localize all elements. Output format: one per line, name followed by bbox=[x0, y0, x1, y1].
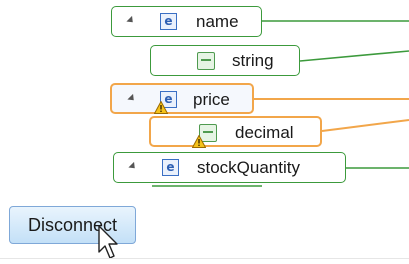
tree-node-label: name bbox=[196, 12, 239, 31]
expand-triangle-icon[interactable] bbox=[128, 161, 138, 172]
expand-triangle-icon[interactable] bbox=[127, 93, 137, 104]
tree-node-name[interactable]: e name bbox=[111, 6, 262, 37]
tree-node-label: decimal bbox=[235, 123, 294, 142]
tree-node-label: stockQuantity bbox=[197, 158, 300, 177]
simple-type-icon bbox=[197, 52, 215, 70]
connector-string bbox=[299, 50, 409, 62]
tree-node-label: string bbox=[232, 51, 274, 70]
tree-node-stockquantity[interactable]: e stockQuantity bbox=[113, 152, 346, 183]
tree-node-label: price bbox=[193, 90, 230, 109]
bottom-divider bbox=[0, 258, 409, 259]
tree-node-string[interactable]: string bbox=[150, 45, 300, 76]
connector-decimal bbox=[321, 119, 409, 132]
tree-node-price[interactable]: e price bbox=[110, 83, 254, 114]
element-icon: e bbox=[160, 13, 177, 30]
warning-icon bbox=[154, 101, 168, 114]
tree-node-decimal[interactable]: decimal bbox=[149, 116, 322, 148]
warning-icon bbox=[192, 135, 206, 148]
element-icon: e bbox=[162, 159, 179, 176]
expand-triangle-icon[interactable] bbox=[126, 15, 136, 26]
